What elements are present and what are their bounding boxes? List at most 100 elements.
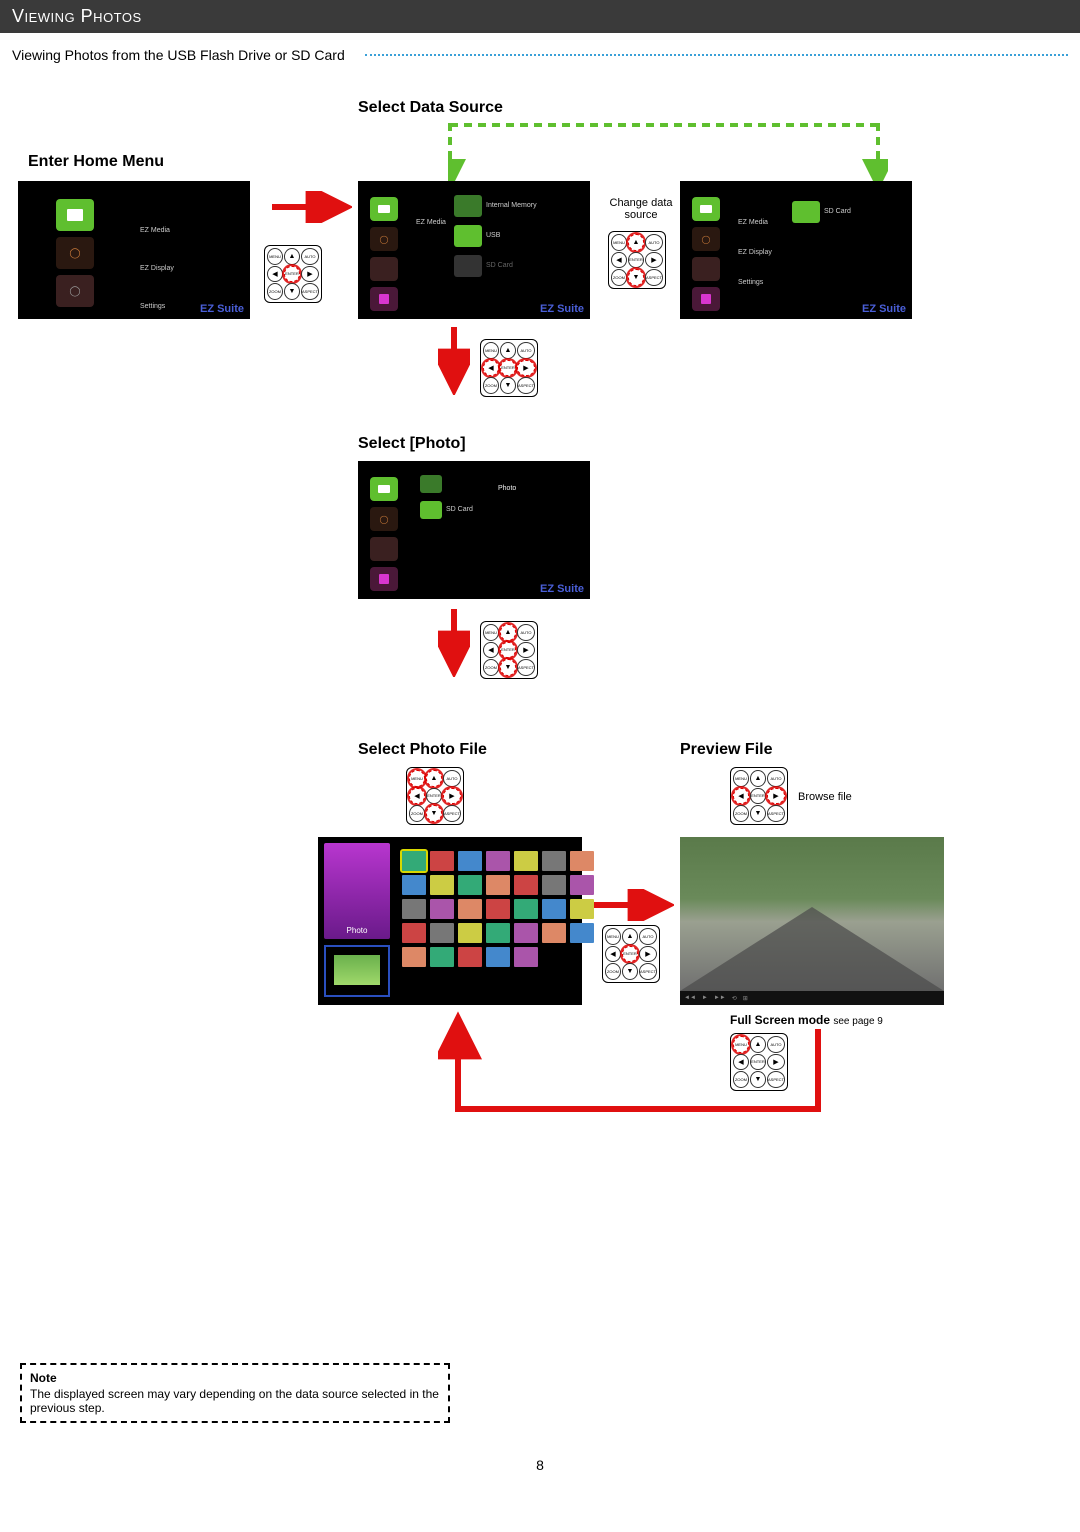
btn-aspect: ASPECT xyxy=(639,963,657,980)
btn-up: ▲ xyxy=(500,342,516,359)
sub-sd-dim xyxy=(454,255,482,277)
col-left-photo: ◯ xyxy=(370,477,398,597)
lbl-sd-dim: SD Card xyxy=(486,255,513,277)
remote-grid-enter: MENU ▲ AUTO ◀ ENTER ▶ ZOOM ▼ ASPECT xyxy=(602,925,660,983)
step-select-source: Select Data Source xyxy=(358,99,503,117)
brand-label: EZ Suite xyxy=(200,303,244,315)
thumb xyxy=(486,875,510,895)
btn-auto: AUTO xyxy=(767,770,785,787)
thumb xyxy=(542,875,566,895)
label-ez-display: EZ Display xyxy=(140,265,174,272)
thumb xyxy=(430,875,454,895)
screen-home-menu: EZ Media ◯ EZ Display ◯ Settings EZ Suit… xyxy=(18,181,250,319)
btn-down: ▼ xyxy=(622,963,638,980)
btn-right: ▶ xyxy=(517,642,535,659)
thumb xyxy=(514,947,538,967)
btn-aspect: ASPECT xyxy=(517,377,535,394)
btn-up: ▲ xyxy=(628,234,644,251)
preview-toolbar: ◄◄►►►⟲⊞ xyxy=(680,991,944,1005)
btn-enter: ENTER xyxy=(750,788,766,805)
sub-internal xyxy=(454,195,482,217)
submenu-usb: Internal Memory USB SD Card xyxy=(454,195,537,281)
step-select-file: Select Photo File xyxy=(358,741,487,759)
toolbar-icon: ◄◄ xyxy=(684,995,696,1001)
btn-enter: ENTER xyxy=(500,642,516,659)
btn-aspect: ASPECT xyxy=(443,805,461,822)
btn-auto: AUTO xyxy=(443,770,461,787)
thumb xyxy=(402,851,426,871)
btn-down: ▼ xyxy=(628,269,644,286)
remote-select-file: MENU ▲ AUTO ◀ ENTER ▶ ZOOM ▼ ASPECT xyxy=(406,767,464,825)
brand-label: EZ Suite xyxy=(540,583,584,595)
btn-left: ◀ xyxy=(605,946,621,963)
btn-auto: AUTO xyxy=(639,928,657,945)
btn-left: ◀ xyxy=(483,642,499,659)
arrow-green-split xyxy=(448,121,888,181)
lbl-usb: USB xyxy=(486,225,500,247)
thumb xyxy=(402,947,426,967)
toolbar-icon: ⊞ xyxy=(743,995,748,1002)
btn-auto: AUTO xyxy=(517,624,535,641)
sub-usb xyxy=(454,225,482,247)
btn-menu: MENU xyxy=(267,248,283,265)
arrow-photo-to-file xyxy=(438,605,470,677)
toolbar-icon: ► xyxy=(702,995,708,1001)
lbl-sd-p: SD Card xyxy=(446,501,473,519)
lbl-ez-media-s2: EZ Media xyxy=(738,219,768,226)
btn-down: ▼ xyxy=(426,805,442,822)
screen-preview-file: ◄◄►►►⟲⊞ xyxy=(680,837,944,1005)
btn-zoom: ZOOM xyxy=(483,659,499,676)
btn-left: ◀ xyxy=(733,788,749,805)
submenu-sd-p: SD Card xyxy=(420,475,473,523)
btn-right: ▶ xyxy=(767,788,785,805)
remote-browse-file: MENU ▲ AUTO ◀ ENTER ▶ ZOOM ▼ ASPECT xyxy=(730,767,788,825)
btn-enter: ENTER xyxy=(622,946,638,963)
btn-enter: ENTER xyxy=(284,266,300,283)
tile-ez-media xyxy=(56,199,94,231)
thumb xyxy=(542,851,566,871)
thumb xyxy=(402,875,426,895)
page-number: 8 xyxy=(0,1457,1080,1473)
remote-to-file: MENU ▲ AUTO ◀ ENTER ▶ ZOOM ▼ ASPECT xyxy=(480,621,538,679)
sub-sd xyxy=(792,201,820,223)
photo-thumbnail-grid xyxy=(402,851,594,967)
remote-to-photo: MENU ▲ AUTO ◀ ENTER ▶ ZOOM ▼ ASPECT xyxy=(480,339,538,397)
toolbar-icon: ►► xyxy=(714,995,726,1001)
btn-auto: AUTO xyxy=(517,342,535,359)
tile-d3b xyxy=(692,287,720,311)
thumb xyxy=(458,923,482,943)
thumb xyxy=(514,875,538,895)
lbl-internal: Internal Memory xyxy=(486,195,537,217)
btn-up: ▲ xyxy=(500,624,516,641)
tile-ez-media-p xyxy=(370,477,398,501)
btn-zoom: ZOOM xyxy=(409,805,425,822)
lbl-settings-s2: Settings xyxy=(738,279,763,286)
photo-category-tile: Photo xyxy=(324,843,390,939)
thumb xyxy=(514,899,538,919)
thumb xyxy=(458,899,482,919)
btn-right: ▶ xyxy=(443,788,461,805)
ez-media-icon xyxy=(700,205,712,213)
toolbar-icon: ⟲ xyxy=(732,995,737,1002)
btn-menu: MENU xyxy=(733,770,749,787)
lbl-sd: SD Card xyxy=(824,201,851,223)
photo-preview-thumb xyxy=(324,945,390,997)
lbl-ez-media-s: EZ Media xyxy=(416,219,446,226)
purple-icon xyxy=(701,294,711,304)
btn-aspect: ASPECT xyxy=(645,269,663,286)
screen-photo-grid: Photo xyxy=(318,837,582,1005)
btn-right: ▶ xyxy=(645,252,663,269)
btn-menu: MENU xyxy=(483,624,499,641)
thumb xyxy=(570,923,594,943)
btn-enter: ENTER xyxy=(628,252,644,269)
sub-sd-p xyxy=(420,501,442,519)
btn-down: ▼ xyxy=(500,659,516,676)
screen-source-usb: EZ Media ◯ Internal Memory USB SD Card E… xyxy=(358,181,590,319)
label-settings: Settings xyxy=(140,303,165,310)
tile-d2 xyxy=(370,257,398,281)
lbl-photo-menu: Photo xyxy=(498,485,516,492)
tile-d1: ◯ xyxy=(370,227,398,251)
tile-d3 xyxy=(370,287,398,311)
preview-photo xyxy=(680,837,944,991)
tile-d2b xyxy=(692,257,720,281)
